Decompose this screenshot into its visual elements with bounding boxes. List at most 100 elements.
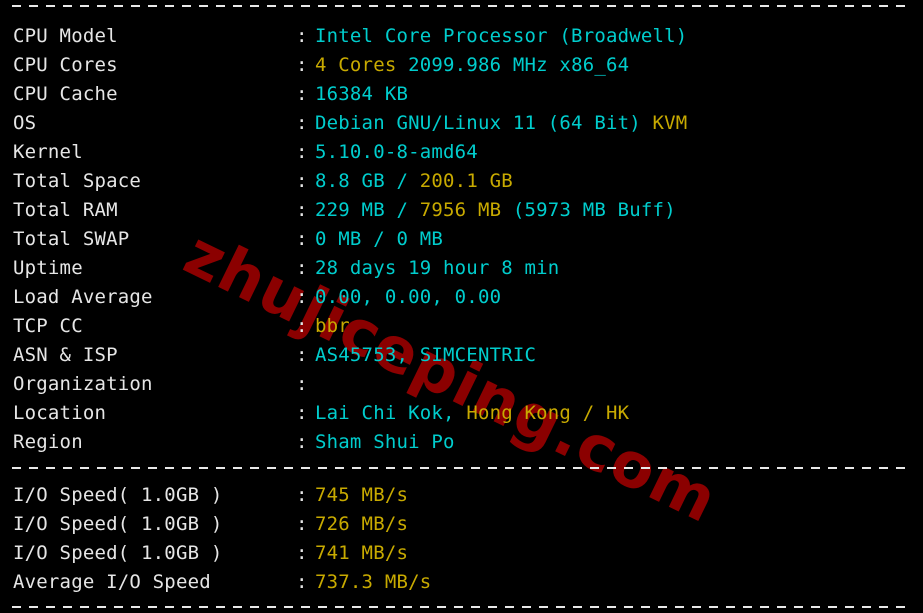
- system-info-label: Kernel: [13, 141, 83, 163]
- system-info-row: Uptime:28 days 19 hour 8 min: [0, 254, 923, 283]
- io-speed-value: 741 MB/s: [315, 539, 408, 568]
- colon-separator: :: [296, 402, 308, 424]
- system-info-label: Load Average: [13, 286, 153, 308]
- colon-separator: :: [296, 112, 308, 134]
- system-info-value-segment: Debian GNU/Linux 11 (64 Bit): [315, 112, 653, 134]
- system-info-value-segment: (5973 MB Buff): [512, 199, 676, 221]
- system-info-value-segment: Intel Core Processor (Broadwell): [315, 25, 688, 47]
- colon-separator: :: [296, 170, 308, 192]
- system-info-row: ASN & ISP: AS45753, SIMCENTRIC: [0, 341, 923, 370]
- separator-line-bottom: [12, 606, 913, 608]
- colon-separator: :: [296, 373, 308, 395]
- system-info-label: Organization: [13, 373, 153, 395]
- system-info-label: CPU Model: [13, 25, 118, 47]
- colon-separator: :: [296, 315, 308, 337]
- system-info-row: Total Space:8.8 GB / 200.1 GB: [0, 167, 923, 196]
- system-info-value-segment: 5.10.0-8-amd64: [315, 141, 478, 163]
- io-speed-row: I/O Speed( 1.0GB ):741 MB/s: [0, 539, 923, 568]
- system-info-value-segment: 229 MB /: [315, 199, 420, 221]
- system-info-row: Location: Lai Chi Kok, Hong Kong / HK: [0, 399, 923, 428]
- io-speed-value: 737.3 MB/s: [315, 568, 431, 597]
- system-info-row: CPU Cores:4 Cores 2099.986 MHz x86_64: [0, 51, 923, 80]
- io-speed-label: I/O Speed( 1.0GB ): [13, 484, 223, 506]
- colon-separator: :: [296, 257, 308, 279]
- system-info-label: Uptime: [13, 257, 83, 279]
- separator-line-top: [12, 5, 913, 7]
- system-info-value: Debian GNU/Linux 11 (64 Bit) KVM: [315, 109, 687, 138]
- system-info-value: 0 MB / 0 MB: [315, 225, 443, 254]
- io-speed-label: I/O Speed( 1.0GB ): [13, 542, 223, 564]
- system-info-value-segment: 8.8 GB /: [315, 170, 420, 192]
- io-speed-row: I/O Speed( 1.0GB ):745 MB/s: [0, 481, 923, 510]
- colon-separator: :: [296, 54, 308, 76]
- system-info-value-segment: KVM: [652, 112, 688, 134]
- system-info-row: TCP CC: bbr: [0, 312, 923, 341]
- colon-separator: :: [296, 25, 308, 47]
- colon-separator: :: [296, 199, 308, 221]
- system-info-value: 0.00, 0.00, 0.00: [315, 283, 501, 312]
- colon-separator: :: [296, 431, 308, 453]
- system-info-row: CPU Model: Intel Core Processor (Broadwel…: [0, 22, 923, 51]
- colon-separator: :: [296, 228, 308, 250]
- io-speed-row: I/O Speed( 1.0GB ):726 MB/s: [0, 510, 923, 539]
- system-info-value-segment: 2099.986 MHz x86_64: [408, 54, 630, 76]
- io-speed-value: 726 MB/s: [315, 510, 408, 539]
- system-info-row: Kernel:5.10.0-8-amd64: [0, 138, 923, 167]
- system-info-value: AS45753, SIMCENTRIC: [315, 341, 536, 370]
- colon-separator: :: [296, 344, 308, 366]
- system-info-value: Sham Shui Po: [315, 428, 455, 457]
- system-info-value-segment: 28 days 19 hour 8 min: [315, 257, 560, 279]
- system-info-label: OS: [13, 112, 37, 134]
- system-info-value: Intel Core Processor (Broadwell): [315, 22, 687, 51]
- system-info-value: 229 MB / 7956 MB (5973 MB Buff): [315, 196, 676, 225]
- separator-line-middle: [12, 467, 913, 469]
- io-speed-value-segment: 737.3 MB/s: [315, 571, 432, 593]
- system-info-value-segment: bbr: [315, 315, 350, 337]
- colon-separator: :: [296, 141, 308, 163]
- system-info-row: Organization:: [0, 370, 923, 399]
- system-info-value-segment: AS45753, SIMCENTRIC: [315, 344, 537, 366]
- system-info-row: Region: Sham Shui Po: [0, 428, 923, 457]
- io-speed-row: Average I/O Speed:737.3 MB/s: [0, 568, 923, 597]
- io-speed-label: I/O Speed( 1.0GB ): [13, 513, 223, 535]
- io-speed-value: 745 MB/s: [315, 481, 408, 510]
- system-info-value-segment: Sham Shui Po: [315, 431, 455, 453]
- system-info-value: 5.10.0-8-amd64: [315, 138, 478, 167]
- system-info-row: Total RAM:229 MB / 7956 MB (5973 MB Buff…: [0, 196, 923, 225]
- system-info-value: 28 days 19 hour 8 min: [315, 254, 559, 283]
- system-info-label: CPU Cores: [13, 54, 118, 76]
- colon-separator: :: [296, 83, 308, 105]
- system-info-value-segment: Lai Chi Kok,: [315, 402, 467, 424]
- colon-separator: :: [296, 484, 308, 506]
- system-info-value-segment: 16384 KB: [315, 83, 409, 105]
- system-info-label: Location: [13, 402, 107, 424]
- colon-separator: :: [296, 513, 308, 535]
- io-speed-value-segment: 741 MB/s: [315, 542, 409, 564]
- system-info-value: 16384 KB: [315, 80, 408, 109]
- system-info-row: CPU Cache:16384 KB: [0, 80, 923, 109]
- system-info-value-segment: 7956 MB: [419, 199, 513, 221]
- system-info-label: CPU Cache: [13, 83, 118, 105]
- io-speed-value-segment: 745 MB/s: [315, 484, 409, 506]
- system-info-row: Load Average:0.00, 0.00, 0.00: [0, 283, 923, 312]
- system-info-value-segment: Hong Kong / HK: [466, 402, 630, 424]
- system-info-value: 4 Cores 2099.986 MHz x86_64: [315, 51, 629, 80]
- colon-separator: :: [296, 571, 308, 593]
- system-info-label: Region: [13, 431, 83, 453]
- system-info-label: Total Space: [13, 170, 142, 192]
- system-info-label: TCP CC: [13, 315, 83, 337]
- io-speed-label: Average I/O Speed: [13, 571, 211, 593]
- system-info-value-segment: 0 MB / 0 MB: [315, 228, 444, 250]
- system-info-row: Total SWAP:0 MB / 0 MB: [0, 225, 923, 254]
- colon-separator: :: [296, 286, 308, 308]
- terminal-window[interactable]: zhujiceping.com CPU Model: Intel Core Pro…: [0, 0, 923, 613]
- system-info-row: OS: Debian GNU/Linux 11 (64 Bit) KVM: [0, 109, 923, 138]
- system-info-value: bbr: [315, 312, 350, 341]
- colon-separator: :: [296, 542, 308, 564]
- system-info-label: Total SWAP: [13, 228, 130, 250]
- io-speed-value-segment: 726 MB/s: [315, 513, 409, 535]
- system-info-value: Lai Chi Kok, Hong Kong / HK: [315, 399, 629, 428]
- system-info-label: ASN & ISP: [13, 344, 118, 366]
- system-info-value-segment: 4 Cores: [315, 54, 409, 76]
- system-info-value-segment: 200.1 GB: [419, 170, 513, 192]
